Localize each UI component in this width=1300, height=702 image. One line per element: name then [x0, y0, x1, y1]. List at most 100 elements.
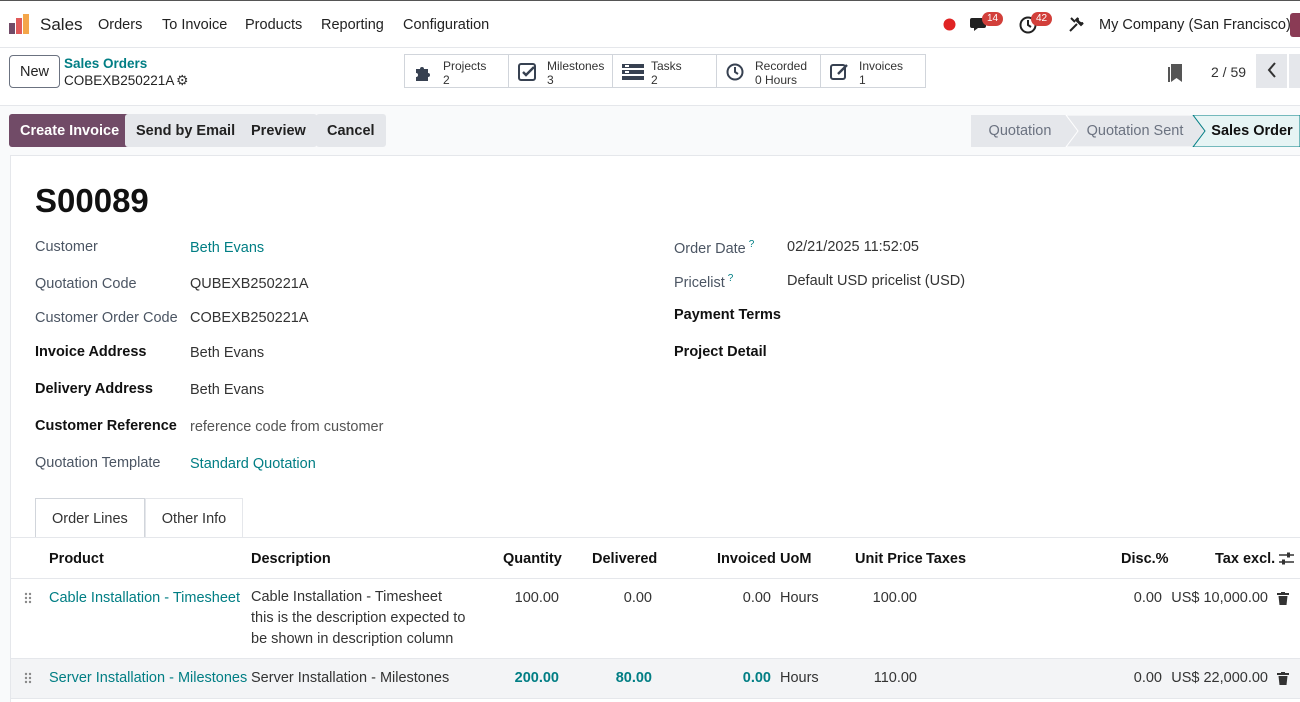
trash-icon[interactable]	[1277, 592, 1289, 605]
row2-unit-price[interactable]: 110.00	[841, 670, 917, 686]
col-uom[interactable]: UoM	[780, 551, 811, 567]
row1-unit-price[interactable]: 100.00	[841, 590, 917, 606]
drag-handle-icon[interactable]	[24, 592, 32, 604]
pager-previous-button[interactable]	[1256, 54, 1287, 88]
new-button[interactable]: New	[9, 55, 60, 88]
col-discount[interactable]: Disc.%	[1121, 551, 1169, 567]
create-invoice-button[interactable]: Create Invoice	[9, 114, 131, 147]
row1-invoiced: 0.00	[742, 590, 771, 606]
menu-reporting[interactable]: Reporting	[321, 17, 384, 33]
projects-label: Projects	[443, 59, 487, 73]
breadcrumb-sales-orders[interactable]: Sales Orders	[64, 56, 147, 71]
invoices-count: 1	[859, 73, 866, 87]
help-icon[interactable]: ?	[728, 273, 734, 284]
chevron-left-icon	[1267, 61, 1276, 78]
delivery-address-field[interactable]: Beth Evans	[190, 382, 264, 398]
row1-discount[interactable]: 0.00	[1101, 590, 1162, 606]
row2-invoiced: 0.00	[742, 670, 771, 686]
company-switcher[interactable]: My Company (San Francisco)	[1099, 17, 1291, 33]
smart-buttons: Projects 2 Milestones 3 Tasks 2 Recorded…	[404, 54, 926, 88]
cancel-button[interactable]: Cancel	[316, 114, 386, 147]
milestones-smart-button[interactable]: Milestones 3	[509, 55, 613, 87]
row1-product[interactable]: Cable Installation - Timesheet	[49, 590, 240, 606]
menu-products[interactable]: Products	[245, 17, 302, 33]
milestones-count: 3	[547, 73, 554, 87]
row1-subtotal: US$ 10,000.00	[1171, 590, 1268, 606]
sales-app-icon[interactable]	[8, 13, 30, 35]
gear-icon[interactable]: ⚙	[176, 72, 189, 89]
tab-order-lines[interactable]: Order Lines	[35, 498, 145, 538]
stage-quotation[interactable]: Quotation	[971, 115, 1069, 147]
app-name[interactable]: Sales	[40, 15, 83, 35]
activities-button[interactable]: 42	[1019, 12, 1053, 37]
pricelist-field[interactable]: Default USD pricelist (USD)	[787, 273, 965, 289]
row1-uom[interactable]: Hours	[780, 590, 819, 606]
messages-badge: 14	[982, 12, 1004, 26]
col-delivered[interactable]: Delivered	[592, 551, 657, 567]
milestones-label: Milestones	[547, 59, 605, 73]
preview-button[interactable]: Preview	[240, 114, 317, 147]
menu-configuration[interactable]: Configuration	[403, 17, 489, 33]
customer-order-code-label: Customer Order Code	[35, 310, 178, 326]
stage-quotation-sent[interactable]: Quotation Sent	[1072, 115, 1198, 147]
order-date-field[interactable]: 02/21/2025 11:52:05	[787, 239, 919, 255]
order-title: S00089	[35, 182, 149, 219]
customer-field[interactable]: Beth Evans	[190, 240, 264, 256]
trash-icon[interactable]	[1277, 672, 1289, 685]
row1-quantity[interactable]: 100.00	[491, 590, 559, 606]
quotation-template-label: Quotation Template	[35, 455, 161, 471]
quotation-code-field[interactable]: QUBEXB250221A	[190, 276, 309, 292]
row-divider	[11, 698, 1300, 699]
col-unit-price[interactable]: Unit Price	[855, 551, 923, 567]
stage-sales-order[interactable]: Sales Order	[1206, 115, 1298, 147]
pricelist-label: Pricelist?	[674, 273, 734, 291]
col-product[interactable]: Product	[49, 551, 104, 567]
tab-divider	[11, 537, 1300, 538]
bookmark-icon[interactable]	[1168, 64, 1182, 85]
col-taxes[interactable]: Taxes	[926, 551, 966, 567]
recording-dot-icon[interactable]	[943, 18, 956, 34]
col-tax-excl[interactable]: Tax excl.	[1215, 551, 1275, 567]
invoice-address-field[interactable]: Beth Evans	[190, 345, 264, 361]
notebook-tabs: Order Lines Other Info	[35, 498, 244, 538]
projects-smart-button[interactable]: Projects 2	[405, 55, 509, 87]
customer-reference-label: Customer Reference	[35, 418, 177, 434]
col-description[interactable]: Description	[251, 551, 331, 567]
messages-button[interactable]: 14	[970, 12, 1004, 35]
tasks-label: Tasks	[651, 59, 682, 73]
row2-description[interactable]: Server Installation - Milestones	[251, 670, 449, 686]
tools-icon[interactable]	[1068, 16, 1085, 36]
check-square-icon	[518, 63, 536, 81]
row1-delivered[interactable]: 0.00	[581, 590, 652, 606]
send-by-email-button[interactable]: Send by Email	[125, 114, 247, 147]
menu-to-invoice[interactable]: To Invoice	[162, 17, 227, 33]
puzzle-icon	[416, 67, 430, 81]
row2-delivered[interactable]: 80.00	[581, 670, 652, 686]
order-date-label: Order Date?	[674, 239, 755, 257]
recorded-smart-button[interactable]: Recorded 0 Hours	[717, 55, 821, 87]
col-invoiced[interactable]: Invoiced	[717, 551, 776, 567]
col-quantity[interactable]: Quantity	[503, 551, 562, 567]
drag-handle-icon[interactable]	[24, 672, 32, 684]
row1-description[interactable]: Cable Installation - Timesheet this is t…	[251, 587, 481, 650]
tasks-icon	[622, 64, 644, 80]
row2-uom[interactable]: Hours	[780, 670, 819, 686]
customer-order-code-field[interactable]: COBEXB250221A	[190, 310, 309, 326]
row2-subtotal: US$ 22,000.00	[1171, 670, 1268, 686]
row2-discount[interactable]: 0.00	[1101, 670, 1162, 686]
pager-value[interactable]: 2 / 59	[1211, 64, 1246, 80]
invoices-smart-button[interactable]: Invoices 1	[821, 55, 925, 87]
recorded-label: Recorded	[755, 59, 808, 73]
menu-orders[interactable]: Orders	[98, 17, 142, 33]
help-icon[interactable]: ?	[749, 239, 755, 250]
quotation-template-field[interactable]: Standard Quotation	[190, 456, 316, 472]
tab-other-info[interactable]: Other Info	[144, 498, 244, 538]
row2-quantity[interactable]: 200.00	[491, 670, 559, 686]
customer-reference-field[interactable]: reference code from customer	[190, 419, 383, 435]
tasks-smart-button[interactable]: Tasks 2	[613, 55, 717, 87]
column-settings-icon[interactable]	[1279, 551, 1294, 566]
row1-description-line2: this is the description expected to	[251, 610, 466, 626]
pager-next-button[interactable]	[1289, 54, 1300, 88]
user-avatar[interactable]	[1290, 13, 1300, 37]
row2-product[interactable]: Server Installation - Milestones	[49, 670, 247, 686]
